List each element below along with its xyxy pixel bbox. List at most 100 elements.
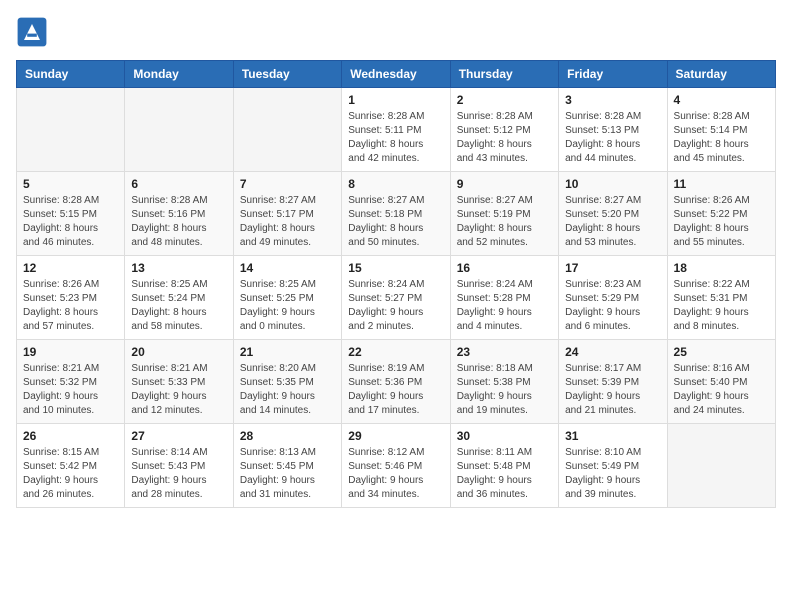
day-info: Sunrise: 8:27 AM Sunset: 5:17 PM Dayligh… (240, 194, 335, 250)
calendar-cell: 15 Sunrise: 8:24 AM Sunset: 5:27 PM Dayli… (342, 256, 450, 340)
header-day-monday: Monday (125, 61, 233, 88)
day-number: 14 (240, 261, 335, 275)
day-number: 2 (457, 93, 552, 107)
calendar-table: SundayMondayTuesdayWednesdayThursdayFrid… (16, 60, 776, 508)
calendar-cell: 1Sunrise: 8:28 AM Sunset: 5:11 PM Daylig… (342, 88, 450, 172)
calendar-cell: 25Sunrise: 8:16 AM Sunset: 5:40 PM Dayli… (667, 340, 775, 424)
day-number: 4 (674, 93, 769, 107)
day-info: Sunrise: 8:28 AM Sunset: 5:15 PM Dayligh… (23, 194, 118, 250)
day-info: Sunrise: 8:14 AM Sunset: 5:43 PM Dayligh… (131, 446, 226, 502)
calendar-cell (667, 424, 775, 508)
day-info: Sunrise: 8:18 AM Sunset: 5:38 PM Dayligh… (457, 362, 552, 418)
day-info: Sunrise: 8:15 AM Sunset: 5:42 PM Dayligh… (23, 446, 118, 502)
calendar-cell: 22Sunrise: 8:19 AM Sunset: 5:36 PM Dayli… (342, 340, 450, 424)
day-info: Sunrise: 8:27 AM Sunset: 5:18 PM Dayligh… (348, 194, 443, 250)
day-number: 24 (565, 345, 660, 359)
day-info: Sunrise: 8:12 AM Sunset: 5:46 PM Dayligh… (348, 446, 443, 502)
day-number: 30 (457, 429, 552, 443)
calendar-cell: 30 Sunrise: 8:11 AM Sunset: 5:48 PM Dayli… (450, 424, 558, 508)
calendar-cell (125, 88, 233, 172)
calendar-cell: 2 Sunrise: 8:28 AM Sunset: 5:12 PM Daylig… (450, 88, 558, 172)
day-number: 21 (240, 345, 335, 359)
calendar-body: 1Sunrise: 8:28 AM Sunset: 5:11 PM Daylig… (17, 88, 776, 508)
week-row-5: 26 Sunrise: 8:15 AM Sunset: 5:42 PM Dayli… (17, 424, 776, 508)
logo (16, 16, 52, 48)
calendar-cell: 28 Sunrise: 8:13 AM Sunset: 5:45 PM Dayli… (233, 424, 341, 508)
calendar-cell: 20 Sunrise: 8:21 AM Sunset: 5:33 PM Dayli… (125, 340, 233, 424)
day-number: 23 (457, 345, 552, 359)
header-day-friday: Friday (559, 61, 667, 88)
day-info: Sunrise: 8:24 AM Sunset: 5:27 PM Dayligh… (348, 278, 443, 334)
day-info: Sunrise: 8:20 AM Sunset: 5:35 PM Dayligh… (240, 362, 335, 418)
week-row-1: 1Sunrise: 8:28 AM Sunset: 5:11 PM Daylig… (17, 88, 776, 172)
logo-icon (16, 16, 48, 48)
day-number: 12 (23, 261, 118, 275)
calendar-cell: 17 Sunrise: 8:23 AM Sunset: 5:29 PM Dayli… (559, 256, 667, 340)
header-day-sunday: Sunday (17, 61, 125, 88)
day-number: 29 (348, 429, 443, 443)
calendar-cell: 7 Sunrise: 8:27 AM Sunset: 5:17 PM Daylig… (233, 172, 341, 256)
day-number: 22 (348, 345, 443, 359)
day-info: Sunrise: 8:28 AM Sunset: 5:14 PM Dayligh… (674, 110, 769, 166)
day-info: Sunrise: 8:22 AM Sunset: 5:31 PM Dayligh… (674, 278, 769, 334)
header-day-thursday: Thursday (450, 61, 558, 88)
day-info: Sunrise: 8:28 AM Sunset: 5:12 PM Dayligh… (457, 110, 552, 166)
day-info: Sunrise: 8:11 AM Sunset: 5:48 PM Dayligh… (457, 446, 552, 502)
day-number: 1 (348, 93, 443, 107)
calendar-cell: 11Sunrise: 8:26 AM Sunset: 5:22 PM Dayli… (667, 172, 775, 256)
day-number: 27 (131, 429, 226, 443)
calendar-cell: 23 Sunrise: 8:18 AM Sunset: 5:38 PM Dayli… (450, 340, 558, 424)
day-info: Sunrise: 8:23 AM Sunset: 5:29 PM Dayligh… (565, 278, 660, 334)
day-info: Sunrise: 8:27 AM Sunset: 5:19 PM Dayligh… (457, 194, 552, 250)
day-info: Sunrise: 8:27 AM Sunset: 5:20 PM Dayligh… (565, 194, 660, 250)
day-number: 17 (565, 261, 660, 275)
day-info: Sunrise: 8:13 AM Sunset: 5:45 PM Dayligh… (240, 446, 335, 502)
day-info: Sunrise: 8:26 AM Sunset: 5:23 PM Dayligh… (23, 278, 118, 334)
day-info: Sunrise: 8:21 AM Sunset: 5:32 PM Dayligh… (23, 362, 118, 418)
calendar-cell: 21 Sunrise: 8:20 AM Sunset: 5:35 PM Dayli… (233, 340, 341, 424)
header (16, 16, 776, 48)
day-number: 25 (674, 345, 769, 359)
page: SundayMondayTuesdayWednesdayThursdayFrid… (0, 0, 792, 612)
day-info: Sunrise: 8:28 AM Sunset: 5:13 PM Dayligh… (565, 110, 660, 166)
header-day-wednesday: Wednesday (342, 61, 450, 88)
day-info: Sunrise: 8:25 AM Sunset: 5:25 PM Dayligh… (240, 278, 335, 334)
calendar-cell: 3Sunrise: 8:28 AM Sunset: 5:13 PM Daylig… (559, 88, 667, 172)
day-info: Sunrise: 8:28 AM Sunset: 5:16 PM Dayligh… (131, 194, 226, 250)
day-info: Sunrise: 8:26 AM Sunset: 5:22 PM Dayligh… (674, 194, 769, 250)
calendar-cell: 8Sunrise: 8:27 AM Sunset: 5:18 PM Daylig… (342, 172, 450, 256)
calendar-cell: 16 Sunrise: 8:24 AM Sunset: 5:28 PM Dayli… (450, 256, 558, 340)
day-number: 31 (565, 429, 660, 443)
calendar-cell: 27 Sunrise: 8:14 AM Sunset: 5:43 PM Dayli… (125, 424, 233, 508)
day-number: 20 (131, 345, 226, 359)
calendar-cell: 19 Sunrise: 8:21 AM Sunset: 5:32 PM Dayli… (17, 340, 125, 424)
calendar-cell: 24 Sunrise: 8:17 AM Sunset: 5:39 PM Dayli… (559, 340, 667, 424)
day-info: Sunrise: 8:10 AM Sunset: 5:49 PM Dayligh… (565, 446, 660, 502)
day-info: Sunrise: 8:24 AM Sunset: 5:28 PM Dayligh… (457, 278, 552, 334)
header-day-tuesday: Tuesday (233, 61, 341, 88)
calendar-cell (233, 88, 341, 172)
calendar-cell: 4 Sunrise: 8:28 AM Sunset: 5:14 PM Daylig… (667, 88, 775, 172)
header-day-saturday: Saturday (667, 61, 775, 88)
day-info: Sunrise: 8:21 AM Sunset: 5:33 PM Dayligh… (131, 362, 226, 418)
day-number: 19 (23, 345, 118, 359)
day-number: 16 (457, 261, 552, 275)
calendar-cell: 18Sunrise: 8:22 AM Sunset: 5:31 PM Dayli… (667, 256, 775, 340)
calendar-cell: 5 Sunrise: 8:28 AM Sunset: 5:15 PM Daylig… (17, 172, 125, 256)
calendar-cell: 14 Sunrise: 8:25 AM Sunset: 5:25 PM Dayli… (233, 256, 341, 340)
calendar-cell: 26 Sunrise: 8:15 AM Sunset: 5:42 PM Dayli… (17, 424, 125, 508)
calendar-cell: 12 Sunrise: 8:26 AM Sunset: 5:23 PM Dayli… (17, 256, 125, 340)
day-number: 7 (240, 177, 335, 191)
day-number: 6 (131, 177, 226, 191)
week-row-3: 12 Sunrise: 8:26 AM Sunset: 5:23 PM Dayli… (17, 256, 776, 340)
day-info: Sunrise: 8:17 AM Sunset: 5:39 PM Dayligh… (565, 362, 660, 418)
week-row-4: 19 Sunrise: 8:21 AM Sunset: 5:32 PM Dayli… (17, 340, 776, 424)
day-number: 5 (23, 177, 118, 191)
calendar-cell: 6 Sunrise: 8:28 AM Sunset: 5:16 PM Daylig… (125, 172, 233, 256)
day-number: 15 (348, 261, 443, 275)
calendar-cell (17, 88, 125, 172)
day-number: 28 (240, 429, 335, 443)
calendar-header: SundayMondayTuesdayWednesdayThursdayFrid… (17, 61, 776, 88)
day-number: 26 (23, 429, 118, 443)
day-number: 10 (565, 177, 660, 191)
